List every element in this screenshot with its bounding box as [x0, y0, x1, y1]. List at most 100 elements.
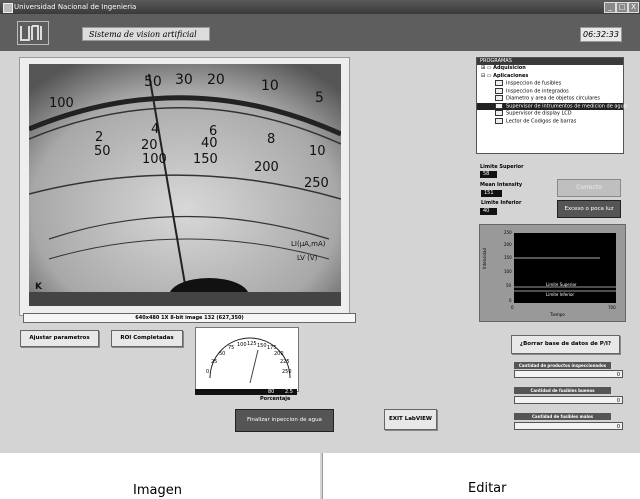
- scale-label: 10: [309, 144, 326, 159]
- tab-imagen-label: Imagen: [133, 483, 182, 498]
- lower-limit-input[interactable]: 40: [480, 208, 497, 215]
- finish-inspection-button[interactable]: Finalizar inpeccion de agua: [235, 409, 334, 432]
- counter-label-inspected: Cantidad de productos inspeccionados: [514, 362, 611, 369]
- gauge-tick: 50: [219, 351, 226, 357]
- tree-group-aplicaciones[interactable]: ⊟ ▭ Aplicaciones: [477, 73, 623, 81]
- percentage-bar: 2.5 80: [195, 389, 297, 395]
- scale-label: 20: [141, 138, 158, 153]
- gauge-tick: 100: [237, 342, 247, 348]
- gauge-tick: 225: [280, 359, 290, 365]
- window-title-bar: Universidad Nacional de Ingenieria _ □ X: [0, 0, 640, 14]
- tree-item[interactable]: Inspeccion de integrados: [477, 87, 623, 96]
- scale-label: 4: [151, 122, 160, 137]
- upper-line-label: Limite Superior: [546, 282, 577, 287]
- clock-display: 06:32:33: [580, 27, 622, 42]
- upper-limit-label: Limite Superior: [480, 164, 524, 170]
- window-title: Universidad Nacional de Ingenieria: [14, 3, 137, 11]
- percentage-gauge: 0 25 50 75 100 125 150 175 200 225 250: [195, 327, 299, 392]
- tree-group-adquisicion[interactable]: ⊞ ▭ Adquisicion: [477, 65, 623, 73]
- y-tick: 200: [504, 242, 512, 247]
- y-axis-label: Intensidad: [482, 247, 487, 269]
- tree-item[interactable]: Lector de Codigos de barras: [477, 117, 623, 126]
- scale-label: 250: [304, 176, 329, 191]
- scale-label: 40: [201, 136, 218, 151]
- adjust-parameters-button[interactable]: Ajustar parametros: [20, 330, 99, 347]
- counter-value-inspected: 0: [514, 370, 623, 378]
- upper-limit-input[interactable]: 58: [480, 171, 497, 178]
- y-tick: 150: [504, 255, 512, 260]
- roi-completed-button[interactable]: ROI Completadas: [111, 330, 183, 347]
- uni-logo: [17, 21, 49, 45]
- counter-value-good: 0: [514, 396, 623, 404]
- scale-label: 2: [95, 130, 104, 145]
- file-icon: [495, 110, 503, 116]
- unit-label: LI(µA,mA): [291, 240, 326, 248]
- scale-label: 8: [267, 132, 276, 147]
- file-icon: [495, 80, 503, 86]
- x-axis-label: Tiempo: [550, 312, 565, 317]
- programs-header: PROGRAMAS: [477, 58, 623, 65]
- x-tick: 0: [511, 305, 514, 310]
- mean-intensity-value: 151: [481, 190, 502, 197]
- gauge-tick: 125: [247, 341, 257, 347]
- app-name-field: Sistema de vision artificial: [82, 27, 210, 41]
- counter-label-good: Cantidad de fusibles buenos: [514, 387, 611, 394]
- unit-label: LV (V): [297, 254, 318, 262]
- intensity-graph: 250 200 150 100 50 0 0 700 Tiempo Intens…: [479, 224, 626, 322]
- image-info-bar: 640x480 1X 8-bit image 132 (627,350): [23, 313, 356, 323]
- folder-icon: ▭: [486, 72, 492, 79]
- scale-label: 30: [175, 72, 193, 88]
- lower-line-label: Limite Inferior: [546, 292, 575, 297]
- gauge-percent: 80: [268, 389, 275, 395]
- scale-label: 10: [261, 78, 279, 94]
- tab-editar-label: Editar: [468, 481, 507, 496]
- camera-image: 50 30 20 10 5 100 50 2 4 6 8 10 20 40 10…: [29, 64, 341, 306]
- y-tick: 250: [504, 230, 512, 235]
- y-tick: 0: [509, 298, 512, 303]
- scale-label: 20: [207, 72, 225, 88]
- maximize-button[interactable]: □: [616, 2, 628, 13]
- counter-value-bad: 0: [514, 422, 623, 430]
- tree-item-selected[interactable]: Supervisor de intrumentos de medicion de…: [477, 102, 627, 110]
- delete-database-button[interactable]: ¿Borrar base de datos de P/I?: [511, 335, 620, 354]
- mean-intensity-label: Mean Intensity: [480, 182, 523, 188]
- gauge-tick: 25: [211, 359, 218, 365]
- scale-label: 100: [142, 152, 167, 167]
- tree-item[interactable]: Diametro y area de objetos circulares: [477, 95, 623, 103]
- programs-tree[interactable]: PROGRAMAS ⊞ ▭ Adquisicion ⊟ ▭ Aplicacion…: [476, 57, 627, 154]
- minimize-button[interactable]: _: [604, 2, 616, 13]
- edit-panel[interactable]: Editar: [322, 453, 640, 499]
- image-panel[interactable]: Imagen: [0, 453, 320, 499]
- excess-light-indicator: Exceso o poca luz: [557, 200, 621, 218]
- gauge-value: 2.5: [285, 389, 293, 395]
- scale-label: 50: [94, 144, 111, 159]
- counter-label-bad: Cantidad de fusibles malos: [514, 413, 611, 420]
- scale-label: 5: [315, 90, 324, 106]
- y-tick: 100: [504, 269, 512, 274]
- folder-icon: ▭: [486, 65, 492, 71]
- close-button[interactable]: X: [628, 2, 639, 13]
- tree-item[interactable]: Inspeccion de fusibles: [477, 80, 623, 88]
- scale-label: 50: [144, 74, 162, 90]
- file-icon: [495, 87, 503, 94]
- gauge-tick: 150: [257, 343, 267, 349]
- tree-item[interactable]: Supervisor de display LCD: [477, 110, 623, 118]
- gauge-tick: 75: [228, 345, 235, 351]
- gauge-tick: 0: [206, 369, 210, 375]
- percentage-label: Porcentaje: [260, 396, 291, 402]
- file-icon: [495, 102, 503, 109]
- app-icon: [3, 3, 13, 13]
- scale-label: 200: [254, 160, 279, 175]
- file-icon: [495, 95, 503, 101]
- x-tick: 700: [608, 305, 616, 310]
- gauge-tick: 250: [282, 369, 292, 375]
- lower-limit-label: Limite Inferior: [481, 200, 522, 206]
- y-tick: 50: [506, 283, 512, 288]
- correct-indicator: Correcto: [557, 179, 621, 197]
- scale-label: 100: [49, 96, 74, 111]
- file-icon: [495, 117, 503, 124]
- exit-labview-button[interactable]: EXIT LabVIEW: [384, 409, 437, 430]
- gauge-tick: 200: [274, 351, 284, 357]
- scale-label: 150: [193, 152, 218, 167]
- unit-label: K: [35, 282, 42, 292]
